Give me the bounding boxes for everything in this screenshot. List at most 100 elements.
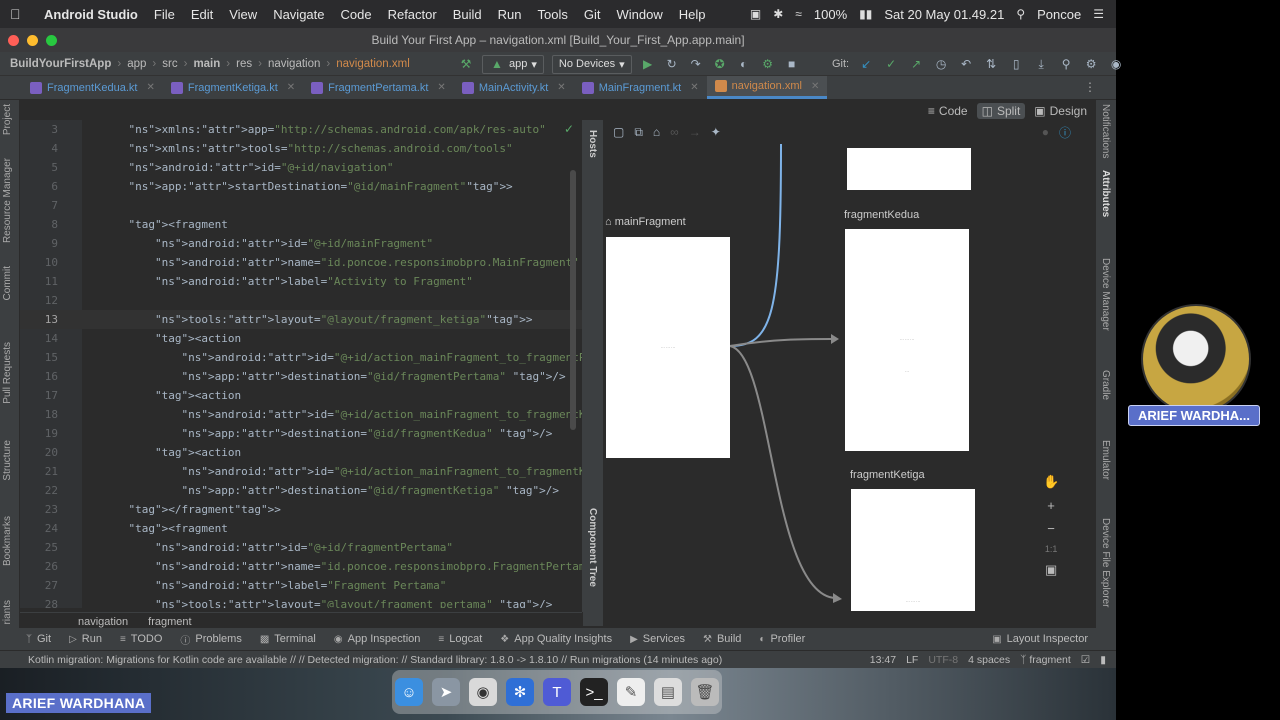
search-everywhere-icon[interactable]: ⚲ (1058, 57, 1074, 71)
git-commit-icon[interactable]: ✓ (883, 57, 899, 71)
battery-icon[interactable]: ▮▮ (859, 7, 872, 21)
code-line[interactable]: 5 "ns">android:"attr">id="@+id/navigatio… (20, 158, 582, 177)
document-icon[interactable]: ▤ (654, 678, 682, 706)
split-view-button[interactable]: ◫ Split (976, 103, 1026, 119)
zoom-to-fit-icon[interactable]: ▣ (1045, 562, 1057, 578)
code-editor[interactable]: 3 "ns">xmlns:"attr">app="http://schemas.… (20, 120, 582, 608)
code-line[interactable]: 25 "ns">android:"attr">id="@+id/fragment… (20, 538, 582, 557)
menu-tools[interactable]: Tools (538, 7, 568, 22)
apple-icon[interactable]:  (10, 6, 30, 22)
tool-services[interactable]: ▶ Services (630, 633, 685, 645)
rerun-icon[interactable]: ↻ (664, 57, 680, 71)
sdk-manager-icon[interactable]: ⤓ (1033, 57, 1049, 72)
close-tab-icon[interactable]: ✕ (437, 82, 445, 93)
code-line[interactable]: 28 "ns">tools:"attr">layout="@layout/fra… (20, 595, 582, 608)
device-mirror-icon[interactable]: ▯ (1008, 57, 1024, 71)
tab-main-activity[interactable]: MainActivity.kt ✕ (454, 76, 574, 99)
help-icon[interactable]: ⓘ (1059, 124, 1071, 141)
fragment-pertama-preview[interactable] (847, 148, 971, 190)
history-icon[interactable]: ◷ (933, 57, 949, 71)
memory-indicator-icon[interactable]: ▮ (1100, 654, 1106, 666)
close-tab-icon[interactable]: ✕ (287, 82, 295, 93)
crumb-src[interactable]: src (162, 58, 177, 70)
code-line[interactable]: 13 "ns">tools:"attr">layout="@layout/fra… (20, 310, 582, 329)
crumb-navigation[interactable]: navigation (268, 58, 320, 70)
apply-changes-icon[interactable]: ↷ (688, 57, 704, 71)
pan-hand-icon[interactable]: ✋ (1043, 474, 1059, 490)
code-line[interactable]: 18 "ns">android:"attr">id="@+id/action_m… (20, 405, 582, 424)
minimize-window-button[interactable] (27, 35, 38, 46)
tool-terminal[interactable]: ▩ Terminal (260, 633, 316, 645)
graph-canvas[interactable]: ⌂ mainFragment ··· ··· ··· fragmentKedua… (603, 144, 1079, 632)
fragment-ketiga-preview[interactable]: ··· ··· ··· (851, 489, 975, 611)
close-tab-icon[interactable]: ✕ (811, 81, 819, 92)
code-line[interactable]: 3 "ns">xmlns:"attr">app="http://schemas.… (20, 120, 582, 139)
tool-profiler[interactable]: ◐ Profiler (759, 633, 805, 645)
file-encoding[interactable]: UTF-8 (928, 654, 958, 666)
tab-navigation-xml[interactable]: navigation.xml ✕ (706, 76, 828, 99)
menu-run[interactable]: Run (498, 7, 522, 22)
tab-fragment-ketiga[interactable]: FragmentKetiga.kt ✕ (163, 76, 303, 99)
main-fragment-preview[interactable]: ··· ··· ··· (606, 237, 730, 458)
tool-pull-requests[interactable]: Pull Requests (2, 342, 13, 404)
tab-main-fragment[interactable]: MainFragment.kt ✕ (574, 76, 707, 99)
tool-todo[interactable]: ≡ TODO (120, 633, 162, 645)
main-fragment-label[interactable]: ⌂ mainFragment (605, 216, 686, 228)
menu-git[interactable]: Git (584, 7, 601, 22)
menu-app-name[interactable]: Android Studio (44, 7, 138, 22)
safari-icon[interactable]: ✻ (506, 678, 534, 706)
menu-file[interactable]: File (154, 7, 175, 22)
menu-edit[interactable]: Edit (191, 7, 213, 22)
new-destination-icon[interactable]: ▢ (613, 125, 624, 139)
menu-view[interactable]: View (229, 7, 257, 22)
code-line[interactable]: 23 "tag"></fragment"tag">> (20, 500, 582, 519)
zoom-ratio[interactable]: 1:1 (1045, 544, 1058, 554)
breadcrumb-navigation[interactable]: navigation (78, 616, 128, 628)
code-line[interactable]: 12 (20, 291, 582, 310)
crumb-file[interactable]: navigation.xml (336, 58, 410, 70)
settings-gear-icon[interactable]: ⚙ (1083, 57, 1099, 71)
tool-commit[interactable]: Commit (2, 266, 13, 300)
crumb-main[interactable]: main (193, 58, 220, 70)
caret-position[interactable]: 13:47 (870, 654, 896, 666)
tool-layout-inspector[interactable]: ▣ Layout Inspector (992, 633, 1088, 645)
tool-problems[interactable]: ⓘ Problems (180, 632, 241, 647)
code-line[interactable]: 10 "ns">android:"attr">name="id.poncoe.r… (20, 253, 582, 272)
tool-device-file-explorer[interactable]: Device File Explorer (1100, 518, 1111, 607)
attach-debugger-icon[interactable]: ⚙ (760, 57, 776, 71)
tab-fragment-pertama[interactable]: FragmentPertama.kt ✕ (303, 76, 454, 99)
bluetooth-icon[interactable]: ✱ (773, 7, 783, 21)
tool-build[interactable]: ⚒ Build (703, 633, 741, 645)
device-select[interactable]: No Devices ▾ (551, 54, 632, 74)
video-icon[interactable]: ▣ (750, 7, 761, 21)
crumb-res[interactable]: res (236, 58, 252, 70)
menu-refactor[interactable]: Refactor (388, 7, 437, 22)
tab-fragment-kedua[interactable]: FragmentKedua.kt ✕ (22, 76, 163, 99)
run-icon[interactable]: ▶ (640, 57, 656, 71)
code-line[interactable]: 11 "ns">android:"attr">label="Activity t… (20, 272, 582, 291)
code-line[interactable]: 20 "tag"><action (20, 443, 582, 462)
menu-window[interactable]: Window (616, 7, 662, 22)
component-tree-label[interactable]: Component Tree (587, 508, 598, 587)
tool-git[interactable]: ᛉ Git (26, 633, 51, 645)
tool-logcat[interactable]: ≡ Logcat (438, 633, 482, 645)
profile-icon[interactable]: ◐ (736, 57, 752, 71)
code-line[interactable]: 9 "ns">android:"attr">id="@+id/mainFragm… (20, 234, 582, 253)
menubar-user[interactable]: Poncoe (1037, 7, 1081, 22)
code-line[interactable]: 24 "tag"><fragment (20, 519, 582, 538)
tool-gradle[interactable]: Gradle (1100, 370, 1111, 400)
code-line[interactable]: 6 "ns">app:"attr">startDestination="@id/… (20, 177, 582, 196)
zoom-in-icon[interactable]: + (1047, 498, 1055, 513)
code-line[interactable]: 19 "ns">app:"attr">destination="@id/frag… (20, 424, 582, 443)
home-icon[interactable]: ⌂ (653, 125, 660, 139)
code-line[interactable]: 17 "tag"><action (20, 386, 582, 405)
finder-icon[interactable]: ☺ (395, 678, 423, 706)
tool-resource-manager[interactable]: Resource Manager (2, 158, 13, 243)
auto-arrange-icon[interactable]: ✦ (711, 125, 721, 139)
hammer-icon[interactable]: ⚒ (458, 57, 474, 71)
editor-scrollbar[interactable] (570, 170, 576, 430)
close-tab-icon[interactable]: ✕ (557, 82, 565, 93)
line-separator[interactable]: LF (906, 654, 918, 666)
design-view-button[interactable]: ▣ Design (1029, 103, 1092, 119)
menubar-clock[interactable]: Sat 20 May 01.49.21 (884, 7, 1004, 22)
